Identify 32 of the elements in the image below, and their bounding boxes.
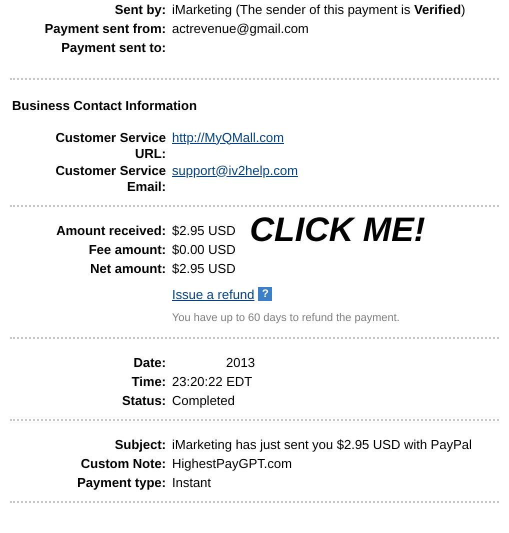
field-label: Sent by:	[114, 2, 166, 18]
help-icon[interactable]: ?	[258, 287, 272, 302]
field-label: Amount received:	[56, 222, 166, 238]
refund-link[interactable]: Issue a refund	[172, 284, 254, 304]
field-label: Subject:	[114, 436, 166, 452]
field-value: $2.95 USD	[172, 222, 236, 238]
field-value: HighestPayGPT.com	[172, 456, 292, 472]
field-value: iMarketing has just sent you $2.95 USD with PayPal	[172, 436, 472, 452]
field-value: 2013	[225, 354, 255, 370]
field-label: Customer Service Email:	[54, 162, 166, 194]
refund-note: You have up to 60 days to refund the payment.	[172, 311, 401, 326]
field-value: iMarketing (The sender of this payment is Verified)	[172, 2, 466, 18]
field-label: Net amount:	[90, 260, 166, 276]
field-label: Custom Note:	[80, 456, 166, 472]
section-heading: Business Contact Information	[11, 97, 198, 115]
link[interactable]: support@iv2help.com	[172, 162, 298, 178]
field-label: Customer Service URL:	[54, 130, 166, 162]
banner-text: CLICK ME!	[250, 212, 426, 246]
field-label: Status:	[122, 392, 166, 408]
field-value: 23:20:22 EDT	[172, 374, 252, 390]
field-label: Payment sent from:	[44, 21, 166, 37]
field-value: Instant	[172, 474, 212, 490]
field-value: $2.95 USD	[172, 260, 236, 276]
field-label: Time:	[132, 374, 166, 390]
field-label: Date:	[133, 354, 166, 370]
field-value: actrevenue@gmail.com	[172, 21, 309, 37]
field-value: $0.00 USD	[172, 242, 236, 258]
field-label: Payment sent to:	[61, 40, 166, 56]
link[interactable]: http://MyQMall.com	[172, 130, 284, 146]
field-label: Fee amount:	[88, 242, 166, 258]
field-value: Completed	[172, 392, 235, 408]
field-label: Payment type:	[77, 474, 166, 490]
